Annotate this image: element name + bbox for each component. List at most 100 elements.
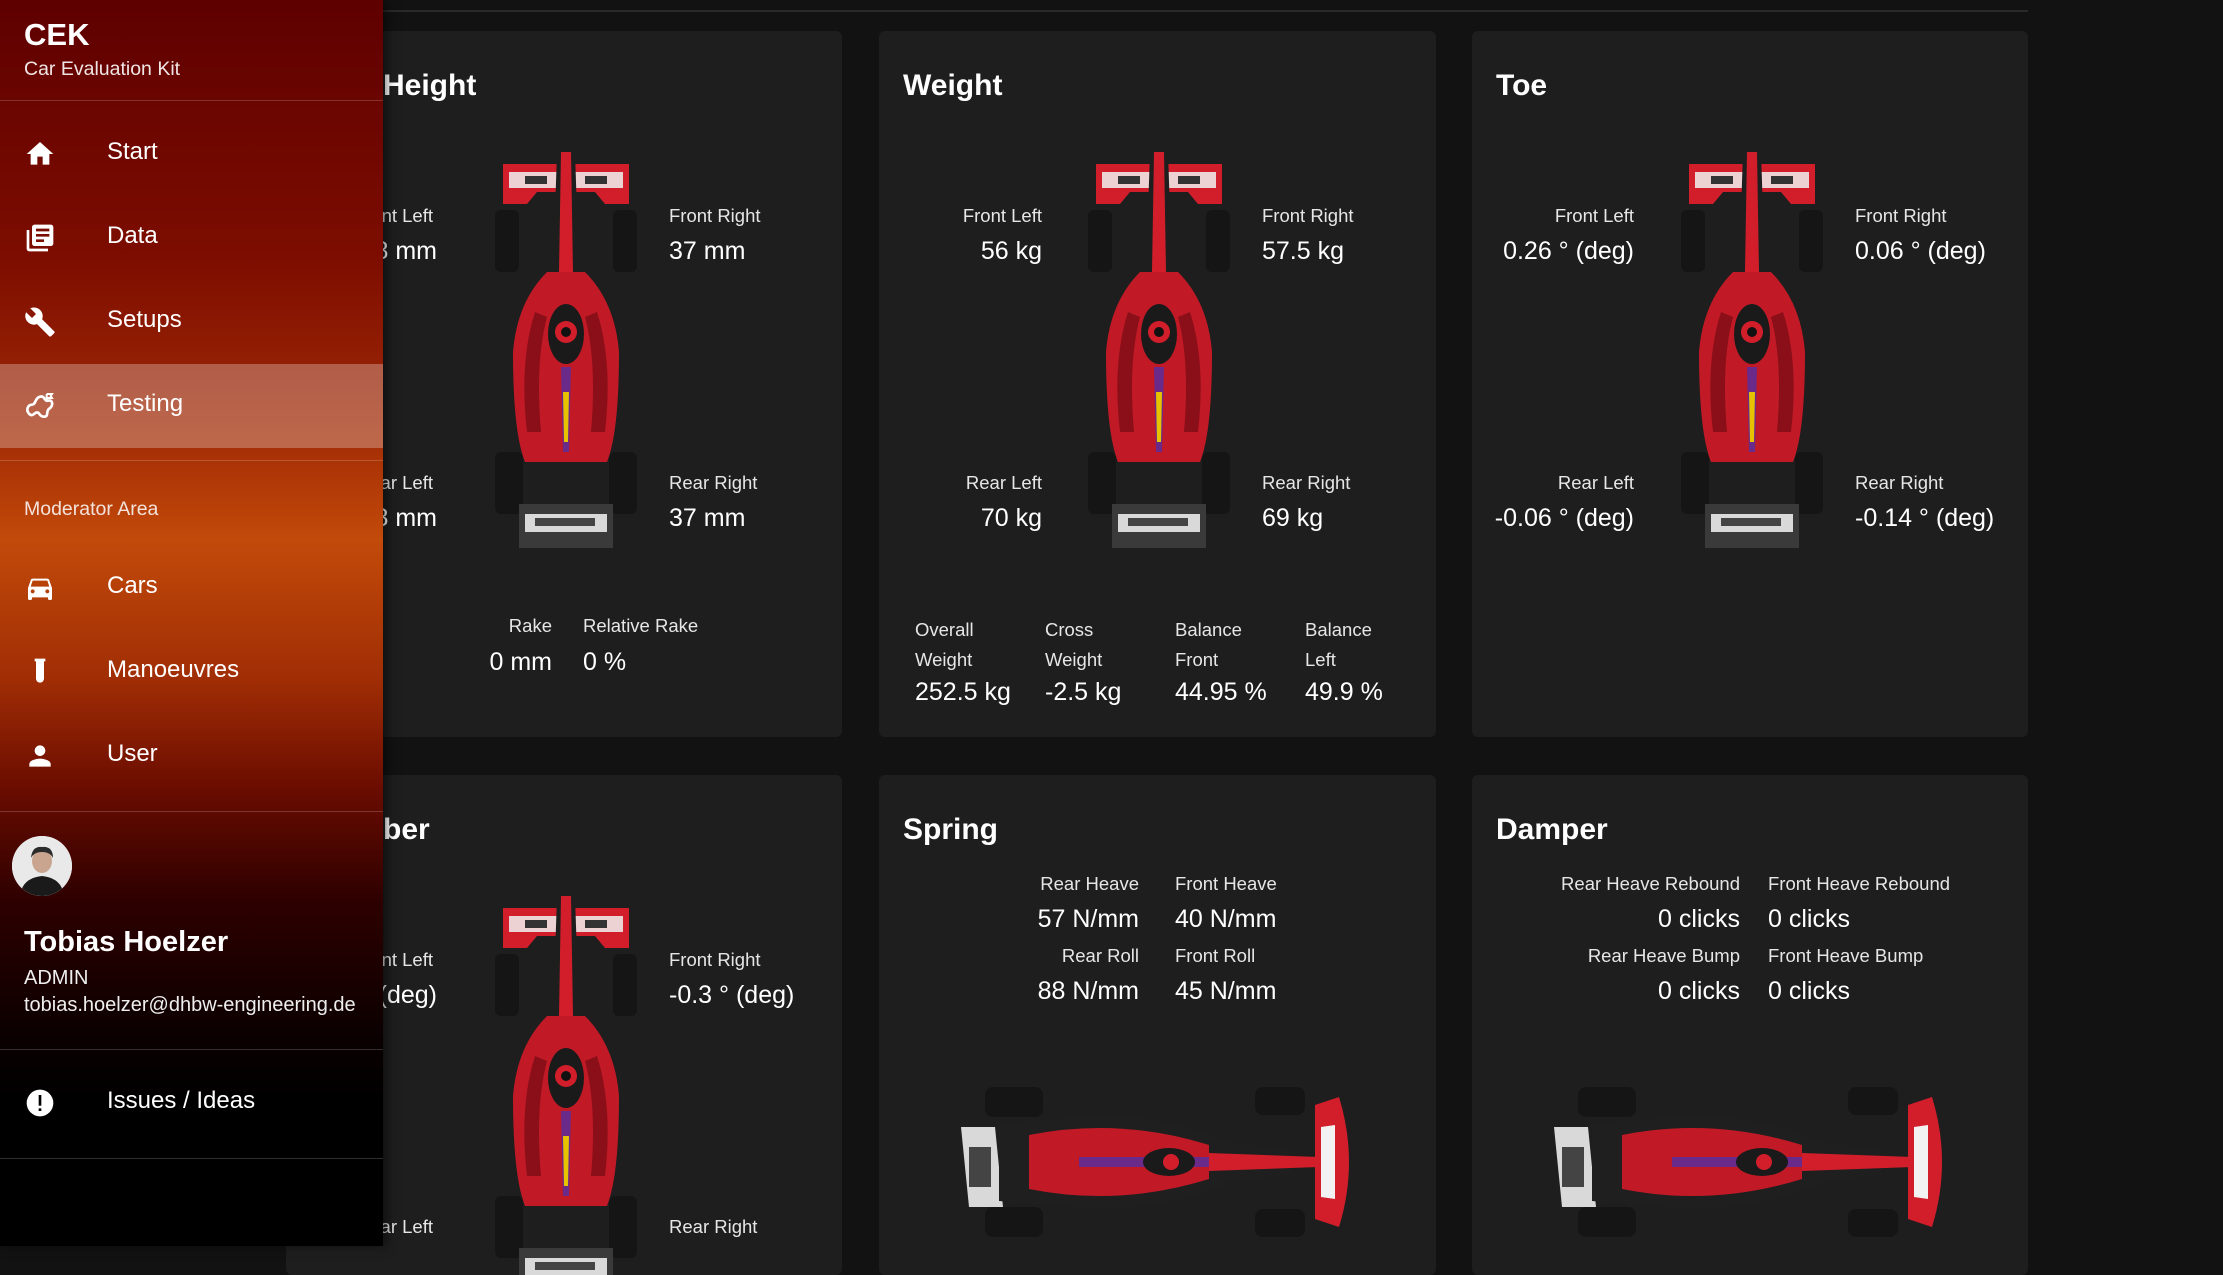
front-left-value: 56 kg: [980, 237, 1042, 265]
cross-weight-value: -2.5 kg: [1045, 678, 1122, 706]
rear-right-value: 69 kg: [1262, 504, 1324, 532]
front-right-label: Front Right: [669, 949, 761, 970]
divider: [0, 811, 383, 812]
nav-item-issues-ideas[interactable]: Issues / Ideas: [0, 1061, 383, 1145]
front-right-value: 57.5 kg: [1262, 237, 1345, 265]
card-title: Spring: [903, 813, 998, 846]
card-title: Toe: [1496, 69, 1548, 102]
rear-left-label: Rear Left: [1557, 472, 1634, 493]
rear-heave-value: 57 N/mm: [1037, 905, 1139, 933]
nav-item-label: Issues / Ideas: [107, 1087, 256, 1114]
nav-item-label: Manoeuvres: [107, 656, 240, 683]
card-title: Damper: [1496, 813, 1608, 846]
nav-item-label: Data: [107, 222, 158, 249]
rear-heave-label: Rear Heave: [1040, 873, 1139, 894]
car-side-view-image: [1554, 1087, 1942, 1237]
front-heave-value: 40 N/mm: [1175, 905, 1277, 933]
relative-rake-label: Relative Rake: [583, 615, 699, 636]
front-left-value: 0.26 ° (deg): [1503, 237, 1634, 265]
overall-weight-label: Overall Weight: [915, 619, 974, 670]
nav-item-cars[interactable]: Cars: [0, 546, 383, 630]
card-title: Height: [383, 69, 477, 102]
nav-item-label: Start: [107, 138, 158, 165]
app-title: CEK: [24, 17, 90, 52]
wrench-icon: [25, 307, 55, 337]
front-left-label: Front Left: [962, 205, 1042, 226]
rear-heave-bump-label: Rear Heave Bump: [1587, 945, 1740, 966]
front-right-value: -0.3 ° (deg): [669, 981, 795, 1009]
nav-item-label: Cars: [107, 572, 158, 599]
front-right-value: 37 mm: [669, 237, 746, 265]
content-top-divider: [383, 10, 2028, 12]
relative-rake-value: 0 %: [583, 648, 627, 676]
nav-item-label: User: [107, 740, 158, 767]
damper-card: Damper Rear Heave Rebound 0 clicks Front…: [1472, 775, 2028, 1275]
front-left-label: Front Left: [1554, 205, 1634, 226]
moderator-section-title: Moderator Area: [24, 498, 159, 520]
front-right-label: Front Right: [1855, 205, 1947, 226]
track-icon: [26, 393, 54, 419]
nav-item-setups[interactable]: Setups: [0, 280, 383, 364]
car-top-view-image: [495, 152, 637, 548]
rear-roll-value: 88 N/mm: [1037, 977, 1139, 1005]
app-subtitle: Car Evaluation Kit: [24, 58, 181, 80]
rear-right-label: Rear Right: [1262, 472, 1351, 493]
navigation-drawer: CEK Car Evaluation Kit Start Data Setups…: [0, 0, 383, 1246]
card-title: ber: [383, 813, 430, 846]
user-name: Tobias Hoelzer: [24, 926, 229, 958]
rear-left-label: Rear Left: [965, 472, 1042, 493]
data-list-icon: [26, 224, 54, 252]
weight-card: Weight Front Left 56 kg Front Right 57.5…: [879, 31, 1436, 737]
nav-item-label: Testing: [107, 390, 184, 417]
user-role: ADMIN: [24, 967, 89, 989]
user-email: tobias.hoelzer@dhbw-engineering.de: [24, 994, 356, 1016]
divider: [0, 1049, 383, 1050]
car-side-view-image: [961, 1087, 1349, 1237]
rear-heave-bump-value: 0 clicks: [1658, 977, 1740, 1005]
divider: [0, 460, 383, 461]
nav-item-manoeuvres[interactable]: Manoeuvres: [0, 630, 383, 714]
rear-right-label: Rear Right: [669, 472, 758, 493]
front-heave-label: Front Heave: [1175, 873, 1277, 894]
front-heave-rebound-value: 0 clicks: [1768, 905, 1850, 933]
front-heave-bump-value: 0 clicks: [1768, 977, 1850, 1005]
divider: [0, 1158, 383, 1159]
rear-right-value: -0.14 ° (deg): [1855, 504, 1995, 532]
rear-right-label: Rear Right: [1855, 472, 1944, 493]
nav-item-testing[interactable]: Testing: [0, 364, 383, 448]
balance-front-value: 44.95 %: [1175, 678, 1267, 706]
front-right-label: Front Right: [1262, 205, 1354, 226]
front-heave-rebound-label: Front Heave Rebound: [1768, 873, 1951, 894]
car-icon: [28, 578, 52, 600]
nav-item-label: Setups: [107, 306, 182, 333]
car-top-view-image: [1681, 152, 1823, 548]
car-top-view-image: [495, 896, 637, 1275]
nav-item-start[interactable]: Start: [0, 112, 383, 196]
front-heave-bump-label: Front Heave Bump: [1768, 945, 1924, 966]
cross-weight-label: Cross Weight: [1045, 619, 1103, 670]
rake-value: 0 mm: [489, 648, 553, 676]
divider: [0, 100, 383, 101]
test-tube-icon: [34, 658, 46, 683]
balance-front-label: Balance Front: [1175, 619, 1242, 670]
rear-right-label: Rear Right: [669, 1216, 758, 1237]
front-roll-value: 45 N/mm: [1175, 977, 1277, 1005]
front-roll-label: Front Roll: [1175, 945, 1256, 966]
nav-item-data[interactable]: Data: [0, 196, 383, 280]
rear-right-value: 37 mm: [669, 504, 746, 532]
balance-left-label: Balance Left: [1305, 619, 1372, 670]
front-right-label: Front Right: [669, 205, 761, 226]
car-top-view-image: [1088, 152, 1230, 548]
front-right-value: 0.06 ° (deg): [1855, 237, 1986, 265]
balance-left-value: 49.9 %: [1305, 678, 1383, 706]
alert-circle-icon: [26, 1089, 54, 1117]
person-icon: [29, 745, 51, 767]
rear-left-value: -0.06 ° (deg): [1494, 504, 1634, 532]
rear-roll-label: Rear Roll: [1061, 945, 1139, 966]
spring-card: Spring Rear Heave 57 N/mm Front Heave 40…: [879, 775, 1436, 1275]
user-avatar[interactable]: [12, 836, 72, 896]
nav-item-user[interactable]: User: [0, 714, 383, 798]
rear-left-value: 70 kg: [980, 504, 1042, 532]
card-title: Weight: [903, 69, 1003, 102]
home-icon: [26, 142, 54, 165]
